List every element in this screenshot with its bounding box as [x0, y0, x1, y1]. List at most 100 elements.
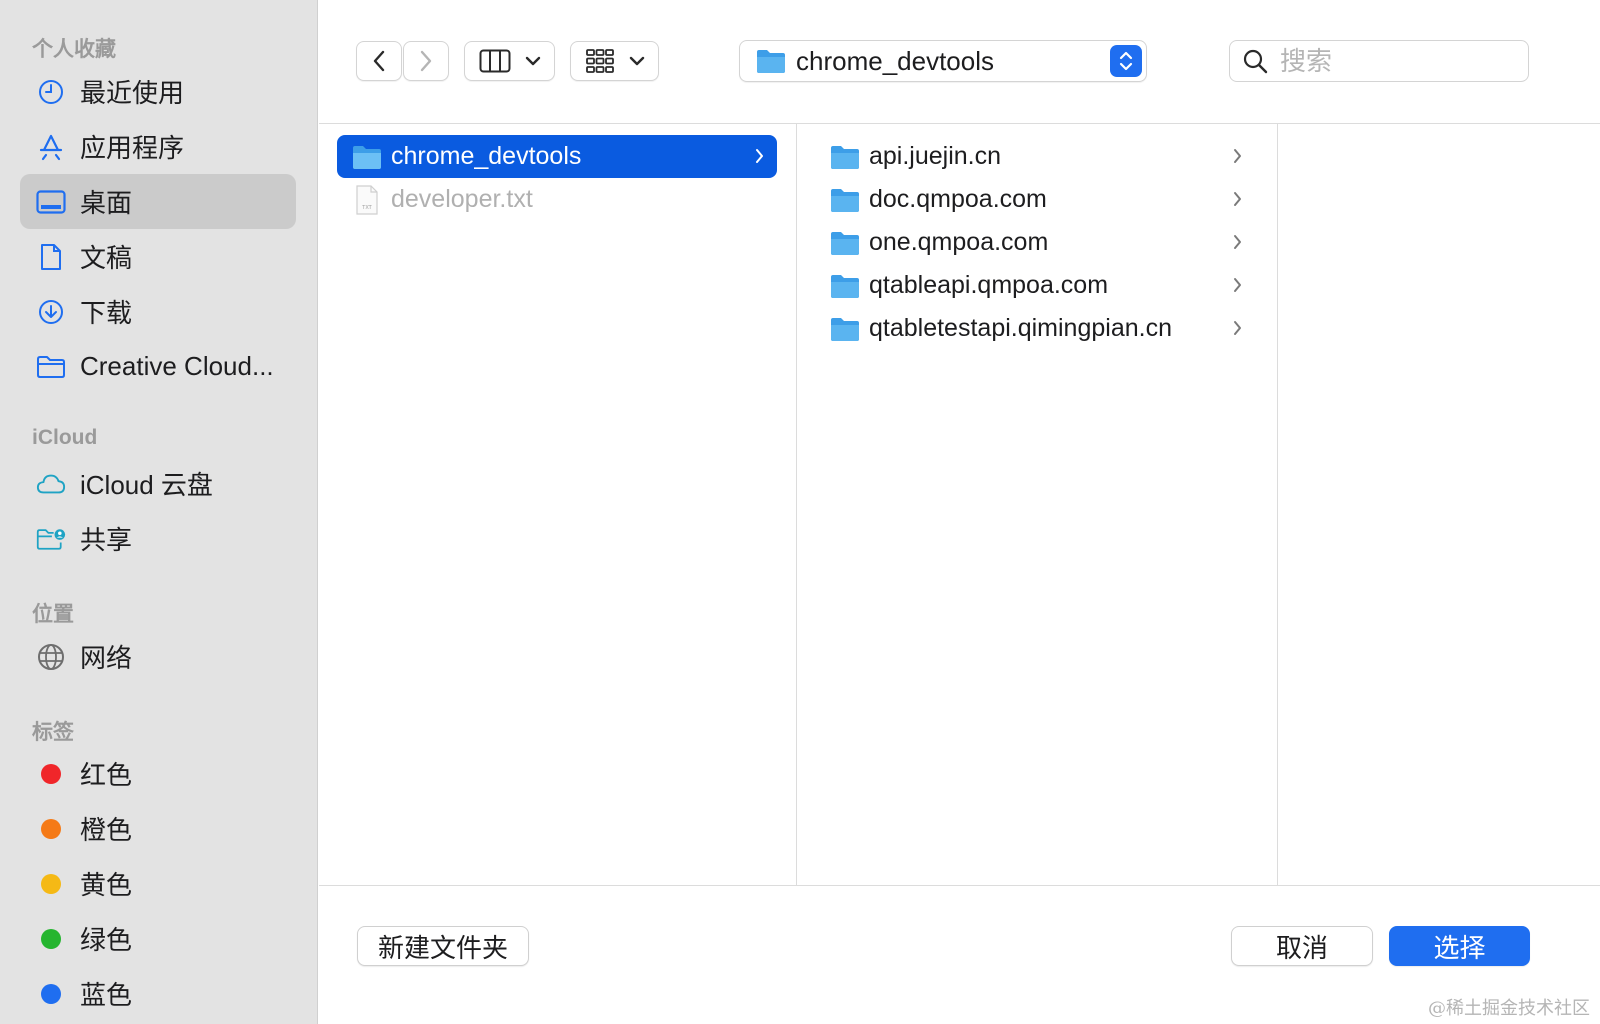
sidebar-item-documents[interactable]: 文稿	[20, 229, 296, 284]
sidebar-item-label: iCloud 云盘	[80, 470, 213, 500]
folder-icon	[829, 315, 861, 343]
choose-button[interactable]: 选择	[1389, 926, 1530, 966]
list-item-developer-txt[interactable]: TXT developer.txt	[337, 178, 777, 221]
list-item-folder[interactable]: api.juejin.cn	[815, 135, 1255, 178]
column-2: api.juejin.cn doc.qmpoa.com one.qmpoa.co…	[797, 124, 1278, 886]
sidebar-item-label: 桌面	[80, 188, 133, 218]
list-item-folder[interactable]: one.qmpoa.com	[815, 221, 1255, 264]
sidebar-tag-green[interactable]: 绿色	[20, 911, 296, 966]
path-popup-label: chrome_devtools	[796, 45, 994, 76]
sidebar-item-label: 红色	[80, 760, 133, 790]
sidebar-item-label: 下载	[80, 298, 133, 328]
sidebar-item-recents[interactable]: 最近使用	[20, 64, 296, 119]
folder-icon	[351, 143, 383, 171]
column-view-button[interactable]	[464, 41, 555, 81]
chevron-right-icon	[1234, 235, 1241, 249]
list-item-folder[interactable]: doc.qmpoa.com	[815, 178, 1255, 221]
chevron-right-icon	[1234, 278, 1241, 292]
sidebar-item-shared[interactable]: 共享	[20, 511, 296, 566]
folder-icon	[757, 50, 785, 73]
document-icon	[36, 242, 66, 272]
list-item-label: doc.qmpoa.com	[869, 185, 1047, 213]
search-field[interactable]	[1229, 40, 1529, 82]
sidebar-item-label: Creative Cloud...	[80, 351, 274, 381]
search-icon	[1243, 49, 1268, 74]
list-item-label: qtableapi.qmpoa.com	[869, 271, 1109, 299]
column-browser: chrome_devtools TXT developer.txt api.ju…	[319, 124, 1600, 886]
cloud-icon	[36, 469, 66, 499]
sidebar: 个人收藏 最近使用 应用程序 桌面 文稿 下载 Creative Cloud..…	[0, 0, 318, 1024]
section-title-icloud: iCloud	[32, 426, 98, 449]
sidebar-item-label: 最近使用	[80, 78, 185, 108]
sidebar-tag-blue[interactable]: 蓝色	[20, 966, 296, 1021]
globe-icon	[36, 642, 66, 672]
list-item-label: developer.txt	[391, 185, 533, 213]
section-title-favorites: 个人收藏	[32, 38, 116, 61]
sidebar-item-creative-cloud[interactable]: Creative Cloud...	[20, 339, 296, 394]
list-item-label: chrome_devtools	[391, 142, 582, 170]
sidebar-item-downloads[interactable]: 下载	[20, 284, 296, 339]
toolbar: chrome_devtools	[319, 0, 1600, 124]
list-item-folder[interactable]: qtableapi.qmpoa.com	[815, 264, 1255, 307]
column-3	[1278, 124, 1600, 886]
sidebar-item-label: 橙色	[80, 815, 133, 845]
sidebar-item-label: 文稿	[80, 243, 133, 273]
folder-icon	[829, 272, 861, 300]
svg-text:TXT: TXT	[361, 205, 372, 211]
list-item-chrome-devtools[interactable]: chrome_devtools	[337, 135, 777, 178]
folder-icon	[829, 143, 861, 171]
sidebar-item-label: 共享	[80, 525, 133, 555]
new-folder-button[interactable]: 新建文件夹	[357, 926, 529, 966]
path-popup-button[interactable]: chrome_devtools	[739, 40, 1147, 82]
back-button[interactable]	[356, 41, 402, 81]
shared-folder-icon	[36, 524, 66, 554]
grid-icon	[585, 49, 614, 73]
chevron-down-icon	[525, 56, 540, 66]
tag-color-dot	[41, 763, 61, 784]
text-file-icon: TXT	[351, 184, 383, 215]
desktop-icon	[36, 187, 66, 217]
list-item-folder[interactable]: qtabletestapi.qimingpian.cn	[815, 307, 1255, 350]
watermark: @稀土掘金技术社区	[1428, 998, 1590, 1019]
forward-button[interactable]	[403, 41, 449, 81]
list-item-label: one.qmpoa.com	[869, 228, 1049, 256]
list-item-label: api.juejin.cn	[869, 142, 1002, 170]
tag-color-dot	[41, 983, 61, 1004]
sidebar-item-label: 绿色	[80, 925, 133, 955]
chevron-right-icon	[756, 149, 763, 163]
folder-icon	[36, 352, 66, 382]
clock-icon	[36, 77, 66, 107]
list-item-label: qtabletestapi.qimingpian.cn	[869, 314, 1172, 342]
sidebar-item-label: 黄色	[80, 870, 133, 900]
updown-stepper-icon	[1110, 45, 1142, 77]
download-icon	[36, 297, 66, 327]
chevron-right-icon	[1234, 192, 1241, 206]
search-input[interactable]	[1280, 45, 1510, 77]
section-title-locations: 位置	[32, 603, 74, 626]
app-store-icon	[36, 132, 66, 162]
sidebar-item-icloud-drive[interactable]: iCloud 云盘	[20, 456, 296, 511]
sidebar-tag-orange[interactable]: 橙色	[20, 801, 296, 856]
sidebar-item-applications[interactable]: 应用程序	[20, 119, 296, 174]
column-1: chrome_devtools TXT developer.txt	[319, 124, 797, 886]
folder-icon	[829, 186, 861, 214]
sidebar-tag-red[interactable]: 红色	[20, 746, 296, 801]
folder-icon	[829, 229, 861, 257]
sidebar-item-label: 应用程序	[80, 133, 185, 163]
tag-color-dot	[41, 818, 61, 839]
sidebar-item-network[interactable]: 网络	[20, 629, 296, 684]
chevron-right-icon	[1234, 321, 1241, 335]
sidebar-item-label: 网络	[80, 643, 133, 673]
cancel-button[interactable]: 取消	[1231, 926, 1373, 966]
chevron-right-icon	[420, 50, 432, 72]
sidebar-item-label: 蓝色	[80, 980, 133, 1010]
group-view-button[interactable]	[570, 41, 659, 81]
tag-color-dot	[41, 928, 61, 949]
chevron-down-icon	[629, 56, 644, 66]
chevron-right-icon	[1234, 149, 1241, 163]
tag-color-dot	[41, 873, 61, 894]
column-view-icon	[479, 49, 510, 73]
sidebar-tag-yellow[interactable]: 黄色	[20, 856, 296, 911]
chevron-left-icon	[373, 50, 385, 72]
sidebar-item-desktop[interactable]: 桌面	[20, 174, 296, 229]
